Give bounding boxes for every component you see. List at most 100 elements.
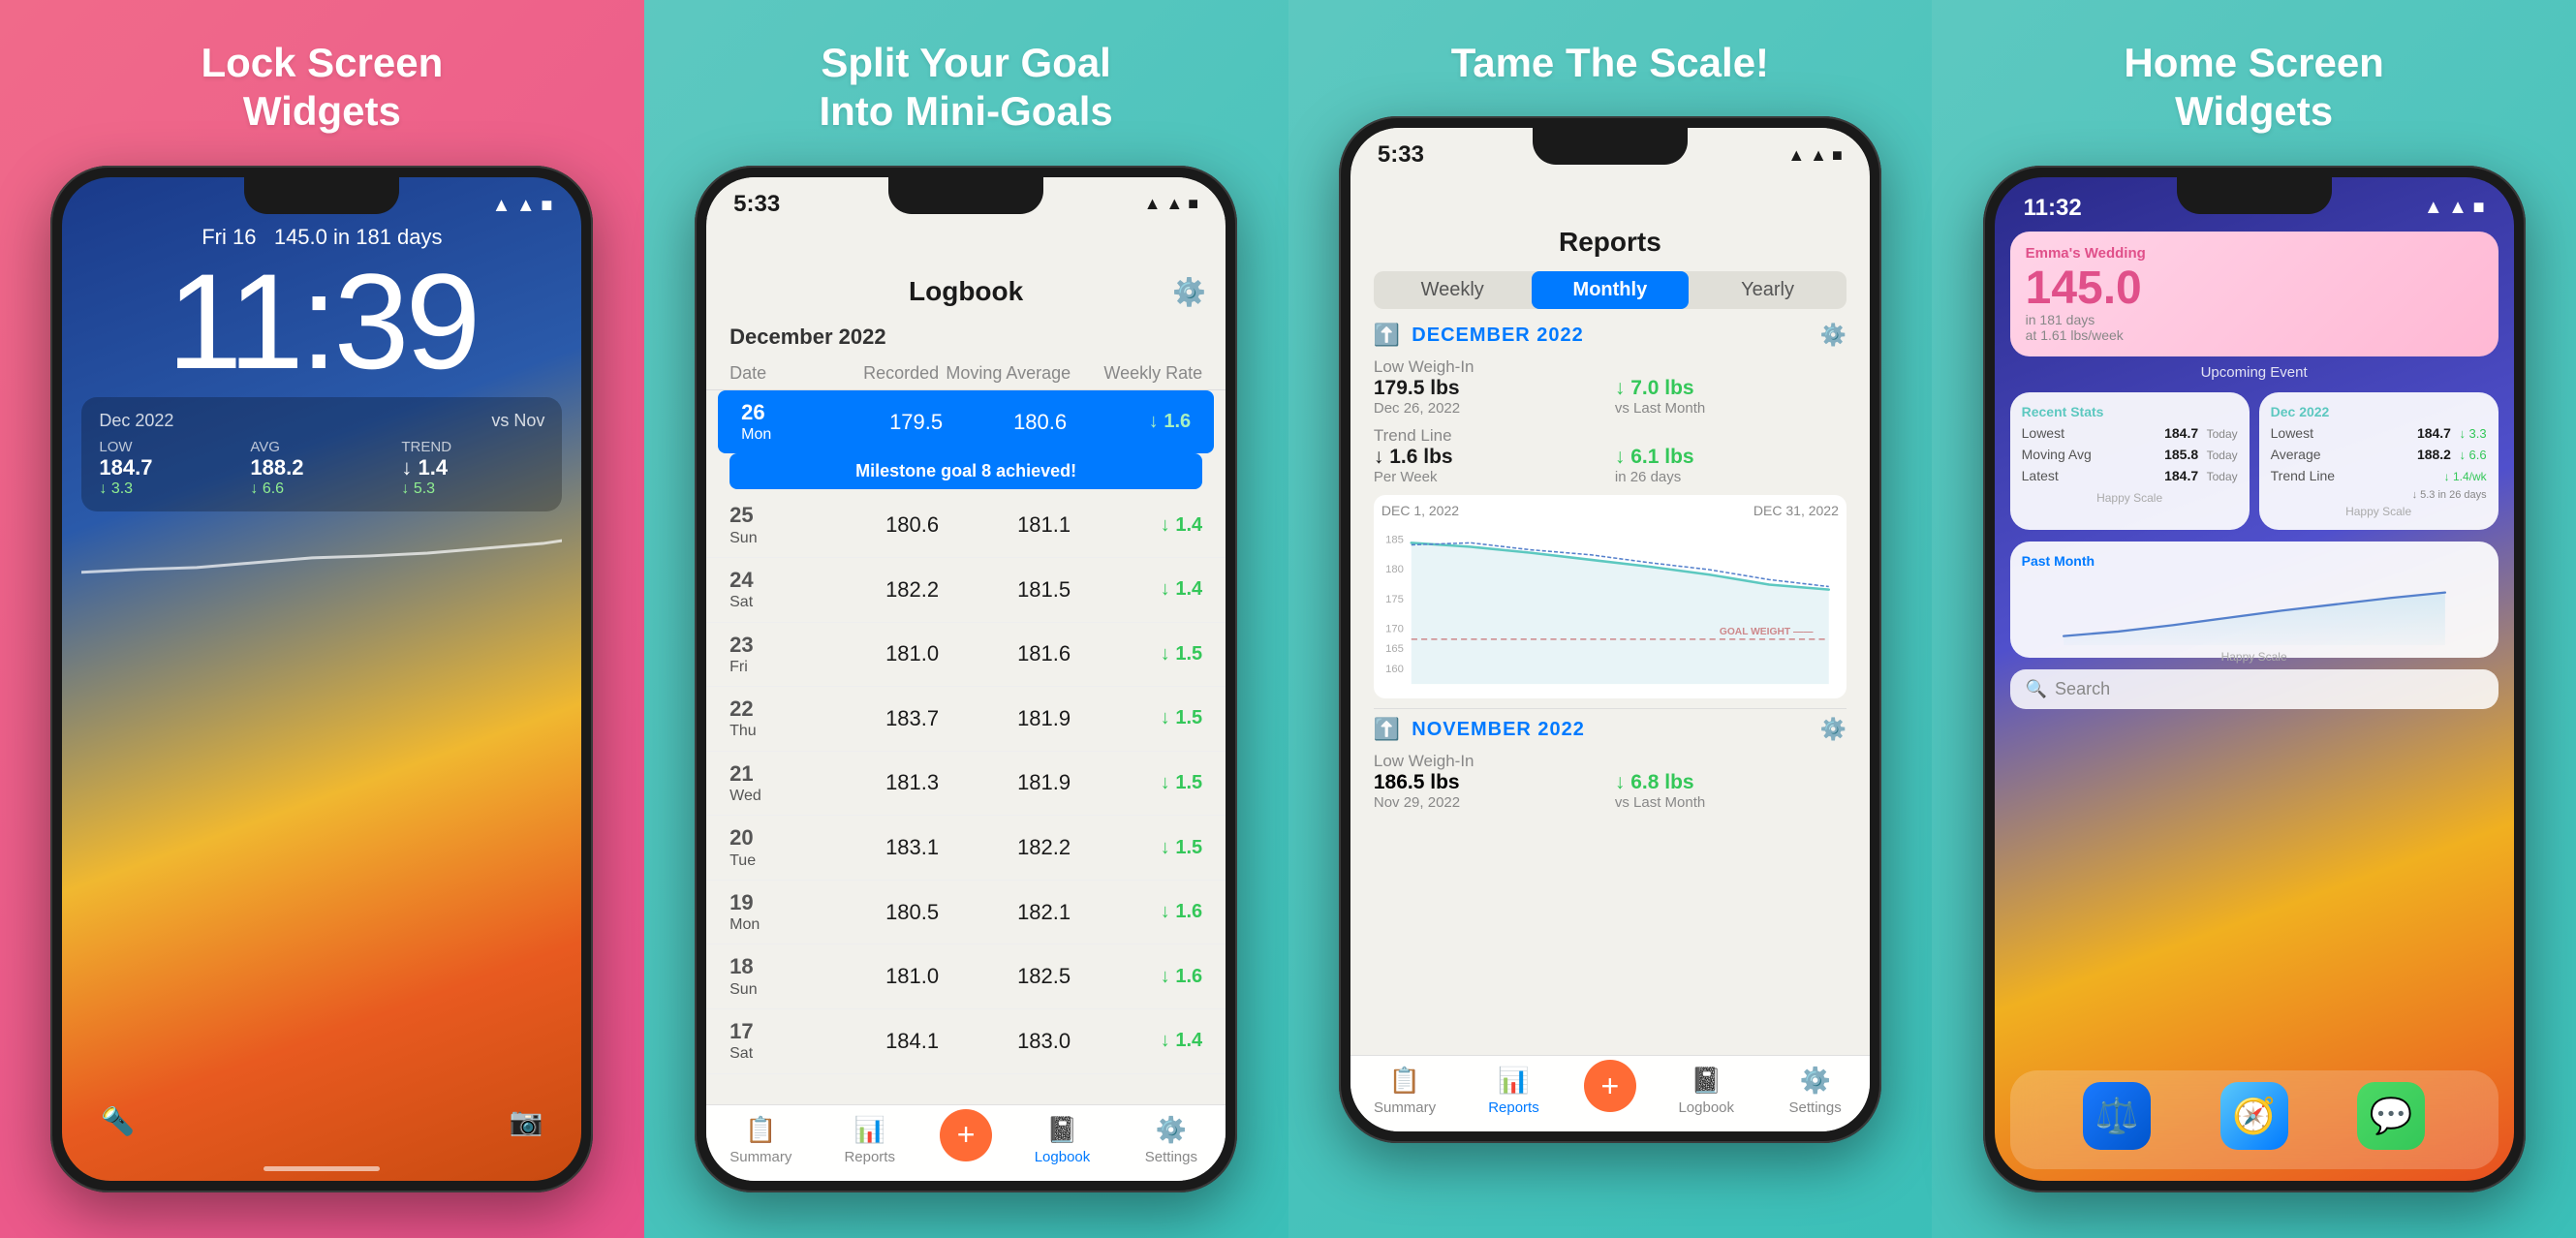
dec-settings-icon[interactable]: ⚙️ — [1819, 323, 1846, 348]
tab-logbook-label-3: Logbook — [1678, 1099, 1734, 1116]
phone-4-notch — [2177, 177, 2332, 214]
lock-chart-container — [62, 519, 581, 1096]
row-moving-avg: 182.2 — [939, 835, 1071, 860]
row-rate: ↓ 1.5 — [1071, 707, 1202, 729]
stat-dec-trend: Trend Line ↓ 1.4/wk — [2271, 468, 2487, 485]
table-row: 23Fri 181.0 181.6 ↓ 1.5 — [706, 623, 1226, 688]
tab-reports-3[interactable]: 📊 Reports — [1474, 1066, 1552, 1116]
lock-trend-label: TREND — [401, 439, 544, 455]
dock-messages-icon[interactable]: 💬 — [2357, 1082, 2425, 1150]
stat-moving-avg: Moving Avg 185.8 Today — [2022, 447, 2238, 464]
row-rate: ↓ 1.5 — [1071, 837, 1202, 859]
dec-trend-label: Trend Line — [1374, 426, 1605, 446]
tab-summary-3[interactable]: 📋 Summary — [1366, 1066, 1443, 1116]
dock-scale-app-icon[interactable]: ⚖️ — [2083, 1082, 2151, 1150]
segment-yearly[interactable]: Yearly — [1689, 271, 1847, 309]
row-rate: ↓ 1.4 — [1071, 514, 1202, 537]
dec-chart-svg: 185 180 175 170 165 160 GOAL WEIGHT —— — [1381, 522, 1839, 687]
logbook-nav-bar: Logbook ⚙️ — [706, 218, 1226, 317]
row-recorded: 183.7 — [807, 706, 939, 731]
row-moving-avg: 181.6 — [939, 641, 1071, 666]
reports-icon: 📊 — [854, 1115, 885, 1145]
row-date: 26Mon — [741, 400, 819, 445]
recent-stats-title: Recent Stats — [2022, 404, 2238, 419]
row-rate: ↓ 1.6 — [1071, 901, 1202, 923]
svg-text:165: 165 — [1385, 644, 1404, 656]
row-date: 19Mon — [729, 890, 807, 935]
tab-summary[interactable]: 📋 Summary — [722, 1115, 799, 1165]
col-date: Date — [729, 363, 807, 384]
lock-stat-avg: AVG 188.2 ↓ 6.6 — [250, 439, 393, 498]
reports-status-icons: ▲ ▲ ■ — [1787, 145, 1843, 166]
wedding-value-sub2: at 1.61 lbs/week — [2026, 327, 2483, 343]
svg-text:175: 175 — [1385, 594, 1404, 605]
dock-safari-icon[interactable]: 🧭 — [2220, 1082, 2288, 1150]
nov-low-date: Nov 29, 2022 — [1374, 794, 1605, 811]
tab-settings[interactable]: ⚙️ Settings — [1133, 1115, 1210, 1165]
lock-avg-label: AVG — [250, 439, 393, 455]
dec-low-weigh-stat: Low Weigh-In 179.5 lbs Dec 26, 2022 — [1374, 357, 1605, 417]
tab-summary-label: Summary — [729, 1149, 791, 1165]
nov-low-value: 186.5 lbs — [1374, 771, 1605, 794]
dec-trend-value: ↓ 1.6 lbs — [1374, 446, 1605, 469]
row-recorded: 184.1 — [807, 1029, 939, 1054]
dec-low-change-stat: ↓ 7.0 lbs vs Last Month — [1615, 357, 1847, 417]
panel-reports: Tame The Scale! 5:33 ▲ ▲ ■ Reports Weekl… — [1288, 0, 1933, 1238]
lock-low-change: ↓ 3.3 — [99, 480, 242, 498]
tab-reports[interactable]: 📊 Reports — [831, 1115, 909, 1165]
col-weekly-rate: Weekly Rate — [1071, 363, 1202, 384]
tab-bar-3: 📋 Summary 📊 Reports + 📓 Logbook ⚙️ Se — [1350, 1055, 1870, 1131]
dec-trend-change-stat: ↓ 6.1 lbs in 26 days — [1615, 426, 1847, 485]
home-dock: ⚖️ 🧭 💬 — [2010, 1070, 2498, 1169]
tab-logbook[interactable]: 📓 Logbook — [1023, 1115, 1101, 1165]
add-entry-button-3[interactable]: + — [1584, 1060, 1636, 1112]
nov-low-label: Low Weigh-In — [1374, 752, 1605, 771]
phone-1-notch — [244, 177, 399, 214]
lock-bottom-bar: 🔦 📷 — [62, 1096, 581, 1166]
tab-settings-3[interactable]: ⚙️ Settings — [1777, 1066, 1854, 1116]
dec-stats-grid: Low Weigh-In 179.5 lbs Dec 26, 2022 ↓ 7.… — [1374, 357, 1847, 485]
lock-stats-period: Dec 2022 — [99, 411, 173, 431]
segment-monthly[interactable]: Monthly — [1532, 271, 1690, 309]
row-recorded: 180.6 — [807, 512, 939, 538]
row-moving-avg: 181.9 — [939, 706, 1071, 731]
search-widget[interactable]: 🔍 Search — [2010, 669, 2498, 709]
row-date: 17Sat — [729, 1019, 807, 1064]
share-icon[interactable]: ⬆️ — [1374, 323, 1400, 348]
col-recorded: Recorded — [807, 363, 939, 384]
tab-logbook-3[interactable]: 📓 Logbook — [1667, 1066, 1745, 1116]
settings-icon-3: ⚙️ — [1799, 1066, 1830, 1096]
recent-stats-widget: Recent Stats Lowest 184.7 Today Moving A… — [2010, 392, 2250, 530]
add-entry-button[interactable]: + — [940, 1109, 992, 1161]
logbook-status-icons: ▲ ▲ ■ — [1144, 194, 1199, 214]
row-date: 20Tue — [729, 825, 807, 870]
settings-gear-icon[interactable]: ⚙️ — [1172, 276, 1206, 308]
segment-weekly[interactable]: Weekly — [1374, 271, 1532, 309]
nov-share-icon[interactable]: ⬆️ — [1374, 717, 1400, 742]
home-status-icons: ▲ ▲ ■ — [2424, 197, 2485, 219]
nov-low-stat: Low Weigh-In 186.5 lbs Nov 29, 2022 — [1374, 752, 1605, 811]
home-time: 11:32 — [2024, 195, 2082, 222]
phone-2-frame: 5:33 ▲ ▲ ■ Logbook ⚙️ December 2022 Date… — [695, 166, 1237, 1192]
lock-clock: 11:39 — [81, 254, 562, 389]
dec-trend-sub: Per Week — [1374, 469, 1605, 485]
dec-trend-days: ↓ 5.3 in 26 days — [2271, 489, 2487, 501]
past-month-widget: Past Month Happ — [2010, 542, 2498, 658]
lock-camera-icon[interactable]: 📷 — [510, 1105, 543, 1137]
reports-content: ⬆️ DECEMBER 2022 ⚙️ Low Weigh-In 179.5 l… — [1350, 319, 1870, 1055]
dec-chart: DEC 1, 2022 DEC 31, 2022 185 180 175 170… — [1374, 495, 1847, 698]
logbook-table-header: Date Recorded Moving Average Weekly Rate — [706, 357, 1226, 390]
safari-icon: 🧭 — [2232, 1096, 2276, 1136]
panel-3-title: Tame The Scale! — [1451, 39, 1769, 87]
lock-flashlight-icon[interactable]: 🔦 — [101, 1105, 135, 1137]
row-date: 22Thu — [729, 696, 807, 741]
lock-avg-change: ↓ 6.6 — [250, 480, 393, 498]
stats-widgets-row: Recent Stats Lowest 184.7 Today Moving A… — [2010, 392, 2498, 530]
dec-trend-change: ↓ 6.1 lbs — [1615, 446, 1847, 469]
lock-trend-change: ↓ 5.3 — [401, 480, 544, 498]
row-moving-avg: 181.1 — [939, 512, 1071, 538]
nov-settings-icon[interactable]: ⚙️ — [1819, 717, 1846, 742]
nov-change-label: vs Last Month — [1615, 794, 1847, 811]
table-row: 24Sat 182.2 181.5 ↓ 1.4 — [706, 558, 1226, 623]
table-row: 19Mon 180.5 182.1 ↓ 1.6 — [706, 881, 1226, 945]
